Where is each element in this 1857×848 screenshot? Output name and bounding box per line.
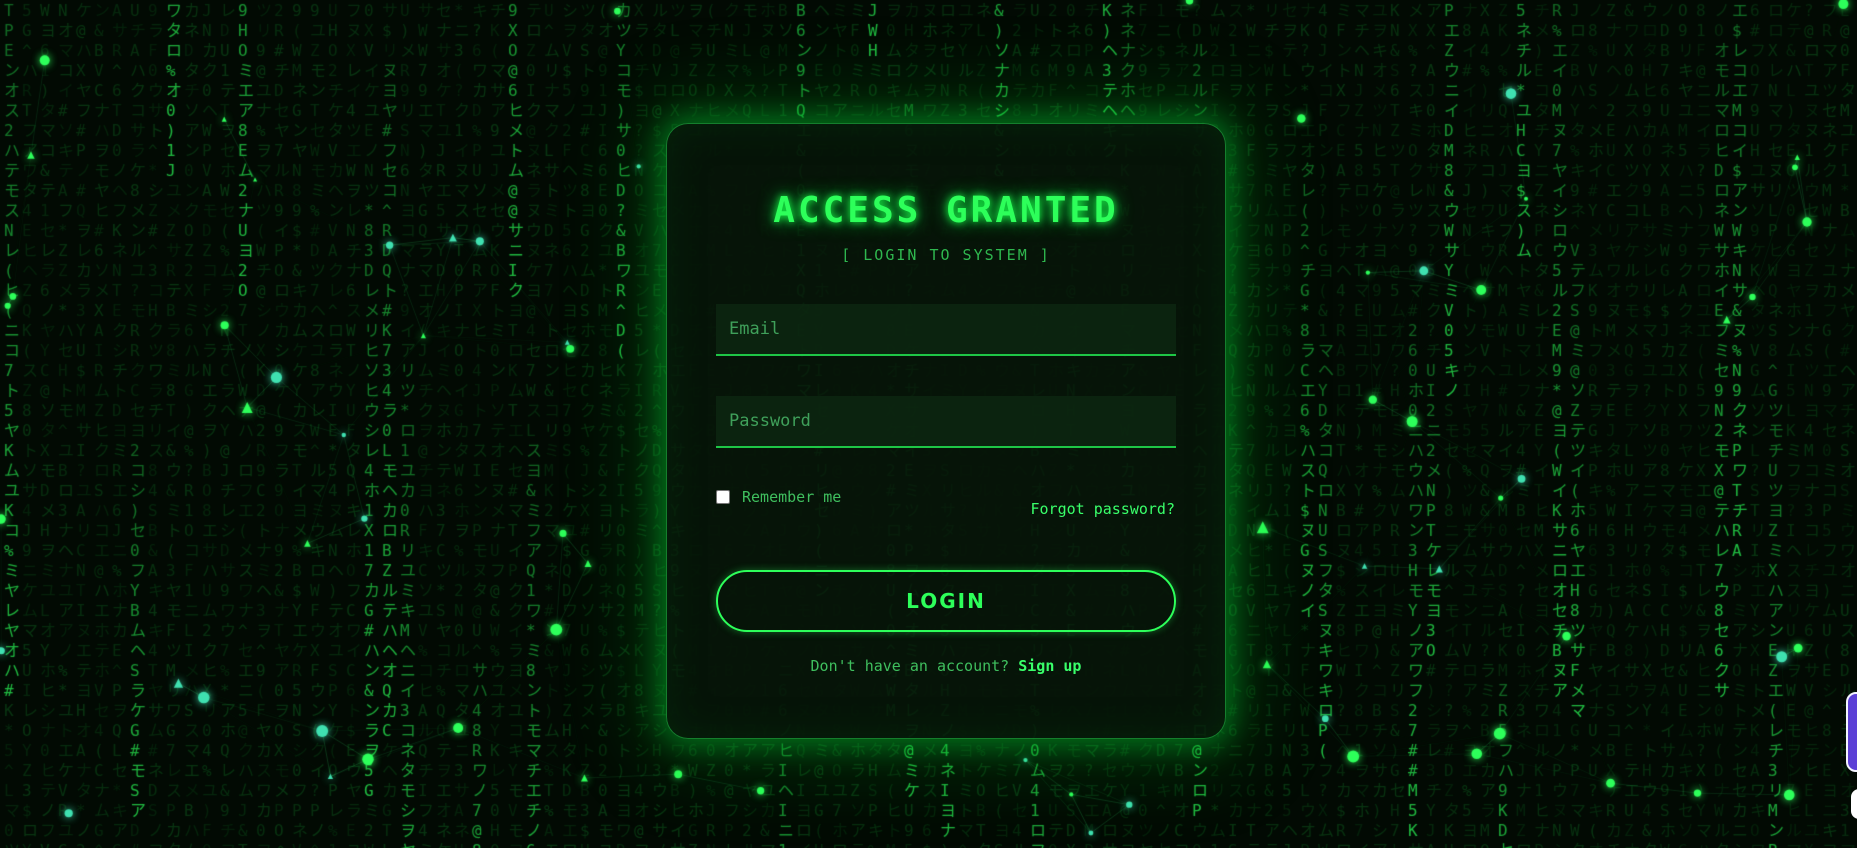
remember-me-option[interactable]: Remember me	[716, 488, 841, 506]
forgot-password-link[interactable]: Forgot password?	[1031, 500, 1176, 518]
remember-me-label: Remember me	[742, 488, 842, 506]
signup-prompt: Don't have an account?	[810, 657, 1010, 675]
password-field[interactable]	[716, 396, 1176, 448]
signup-row: Don't have an account? Sign up	[667, 657, 1225, 675]
login-card: ACCESS GRANTED [ LOGIN TO SYSTEM ] Remem…	[666, 123, 1226, 739]
checkbox-icon[interactable]	[716, 490, 730, 504]
login-title: ACCESS GRANTED	[773, 190, 1119, 231]
side-widget-tab[interactable]	[1846, 692, 1857, 772]
email-field[interactable]	[716, 304, 1176, 356]
signup-link[interactable]: Sign up	[1018, 657, 1081, 675]
login-subtitle: [ LOGIN TO SYSTEM ]	[841, 246, 1051, 264]
page-background: ACCESS GRANTED [ LOGIN TO SYSTEM ] Remem…	[0, 0, 1857, 848]
login-button[interactable]: LOGIN	[716, 570, 1176, 632]
side-widget-tab-secondary[interactable]	[1851, 789, 1857, 819]
